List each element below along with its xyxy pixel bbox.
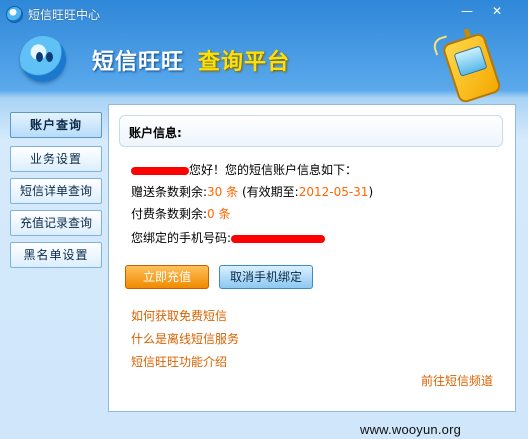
sidebar-item-label: 业务设置	[29, 152, 82, 166]
title-bar[interactable]: 短信旺旺中心 — ✕	[0, 0, 528, 28]
app-icon	[6, 6, 23, 23]
sms-channel-link[interactable]: 前往短信频道	[421, 372, 493, 389]
paid-label: 付费条数剩余:	[131, 207, 208, 221]
brand-subtitle: 查询平台	[198, 50, 291, 75]
section-title: 账户信息:	[129, 126, 182, 140]
section-header: 账户信息:	[119, 115, 503, 147]
features-link[interactable]: 短信旺旺功能介绍	[131, 353, 227, 370]
sidebar-item-label: 充值记录查询	[19, 216, 92, 230]
redacted-username	[131, 166, 189, 175]
brand-name: 短信旺旺	[92, 50, 185, 75]
sidebar-item-label: 短信详单查询	[19, 184, 92, 198]
sidebar-item-label: 账户查询	[29, 118, 82, 132]
brand-logo-icon	[20, 36, 66, 82]
unbind-phone-button[interactable]: 取消手机绑定	[219, 265, 313, 289]
free-sms-link[interactable]: 如何获取免费短信	[131, 307, 227, 324]
valid-date: 2012-05-31	[298, 185, 369, 199]
gift-sms-line: 赠送条数剩余:30 条 (有效期至:2012-05-31)	[131, 183, 373, 200]
sidebar-item-label: 黑名单设置	[23, 248, 89, 262]
close-button[interactable]: ✕	[486, 3, 508, 19]
gift-label: 赠送条数剩余:	[131, 185, 208, 199]
app-window: 短信旺旺中心 — ✕ 短信旺旺 查询平台 账户查询 业务设置 短信详单查询 充值…	[0, 0, 528, 439]
window-title: 短信旺旺中心	[28, 8, 101, 22]
minimize-button[interactable]: —	[456, 3, 478, 19]
sidebar-item-recharge-records[interactable]: 充值记录查询	[10, 210, 102, 236]
mobile-phone-icon	[431, 23, 505, 105]
valid-suffix: )	[368, 185, 374, 199]
paid-sms-line: 付费条数剩余:0 条	[131, 205, 231, 222]
greeting-text: 您好！您的短信账户信息如下：	[189, 163, 358, 177]
paid-value: 0 条	[207, 207, 231, 221]
account-panel: 账户信息: 您好！您的短信账户信息如下： 赠送条数剩余:30 条 (有效期至:2…	[108, 104, 516, 412]
redacted-phone-number	[231, 234, 326, 243]
phone-label: 您绑定的手机号码:	[131, 231, 232, 245]
gift-value: 30 条	[207, 185, 239, 199]
bound-phone-line: 您绑定的手机号码:	[131, 229, 326, 246]
valid-prefix: (有效期至:	[241, 185, 299, 199]
sidebar-item-sms-details[interactable]: 短信详单查询	[10, 178, 102, 204]
recharge-button[interactable]: 立即充值	[125, 265, 209, 289]
watermark-text: www.wooyun.org	[360, 422, 462, 437]
sidebar-item-blacklist[interactable]: 黑名单设置	[10, 242, 102, 268]
sidebar-item-business-settings[interactable]: 业务设置	[10, 146, 102, 172]
offline-service-link[interactable]: 什么是离线短信服务	[131, 330, 239, 347]
greeting-line: 您好！您的短信账户信息如下：	[131, 161, 357, 178]
sidebar-item-account-query[interactable]: 账户查询	[10, 112, 102, 138]
